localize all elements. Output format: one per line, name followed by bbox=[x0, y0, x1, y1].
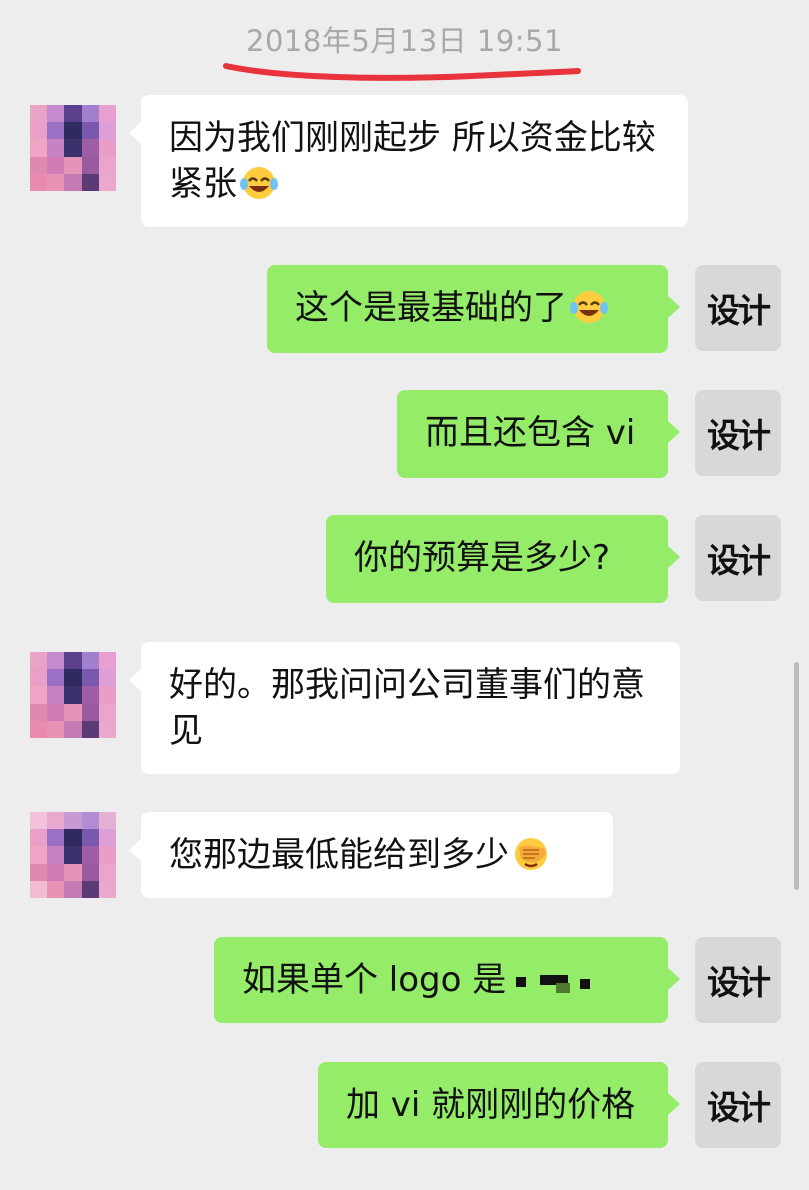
self-avatar[interactable]: 设计 bbox=[695, 1062, 781, 1148]
message-bubble-outgoing[interactable]: 这个是最基础的了 bbox=[267, 265, 680, 353]
self-avatar[interactable]: 设计 bbox=[695, 515, 781, 601]
message-text: 而且还包含 vi bbox=[425, 413, 636, 453]
message-bubble-incoming[interactable]: 因为我们刚刚起步 所以资金比较紧张 bbox=[129, 95, 688, 227]
message-bubble-outgoing[interactable]: 你的预算是多少? bbox=[326, 515, 680, 603]
message-bubble-outgoing[interactable]: 加 vi 就刚刚的价格 bbox=[318, 1062, 680, 1148]
message-bubble-outgoing[interactable]: 而且还包含 vi bbox=[397, 390, 680, 478]
chat-timestamp: 2018年5月13日 19:51 bbox=[246, 24, 563, 58]
message-text: 你的预算是多少? bbox=[354, 538, 611, 578]
self-avatar[interactable]: 设计 bbox=[695, 265, 781, 351]
contact-avatar[interactable] bbox=[30, 652, 116, 738]
red-underline-annotation bbox=[223, 63, 581, 81]
laughing-tears-emoji-icon bbox=[239, 165, 279, 213]
message-bubble-incoming[interactable]: 好的。那我问问公司董事们的意见 bbox=[129, 642, 680, 774]
message-text: 好的。那我问问公司董事们的意见 bbox=[169, 665, 645, 751]
scrollbar[interactable] bbox=[794, 662, 799, 890]
laughing-tears-emoji-icon bbox=[569, 289, 609, 337]
redacted-price-mark bbox=[516, 965, 604, 995]
self-avatar[interactable]: 设计 bbox=[695, 937, 781, 1023]
contact-avatar[interactable] bbox=[30, 105, 116, 191]
message-text: 加 vi 就刚刚的价格 bbox=[346, 1085, 636, 1125]
self-avatar[interactable]: 设计 bbox=[695, 390, 781, 476]
contact-avatar[interactable] bbox=[30, 812, 116, 898]
facepalm-emoji-icon bbox=[511, 836, 551, 884]
message-text: 这个是最基础的了 bbox=[295, 288, 567, 328]
message-text: 您那边最低能给到多少 bbox=[169, 835, 509, 875]
message-bubble-outgoing[interactable]: 如果单个 logo 是 bbox=[214, 937, 680, 1023]
message-text: 如果单个 logo 是 bbox=[242, 960, 507, 1000]
message-bubble-incoming[interactable]: 您那边最低能给到多少 bbox=[129, 812, 613, 898]
